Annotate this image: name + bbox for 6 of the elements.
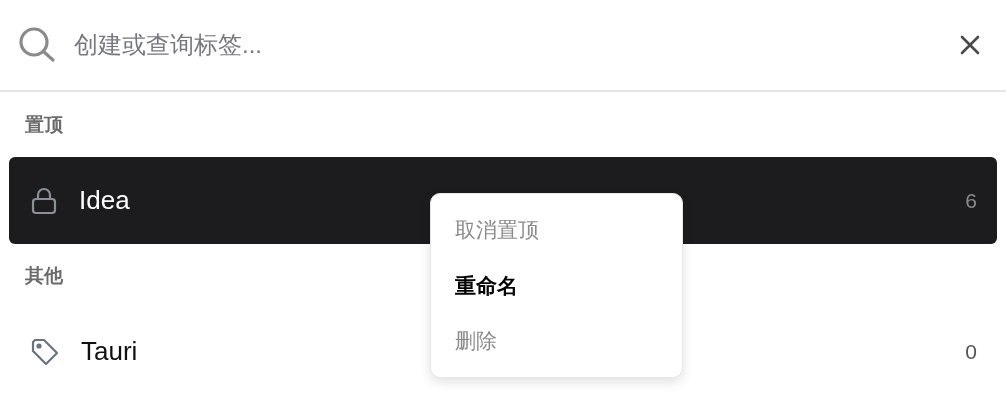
tag-name: Tauri	[81, 335, 138, 368]
tag-count: 6	[965, 187, 977, 214]
tag-count: 0	[965, 338, 977, 365]
tag-name: Idea	[79, 184, 130, 217]
section-heading: 置顶	[25, 112, 63, 137]
section-heading: 其他	[25, 263, 63, 288]
